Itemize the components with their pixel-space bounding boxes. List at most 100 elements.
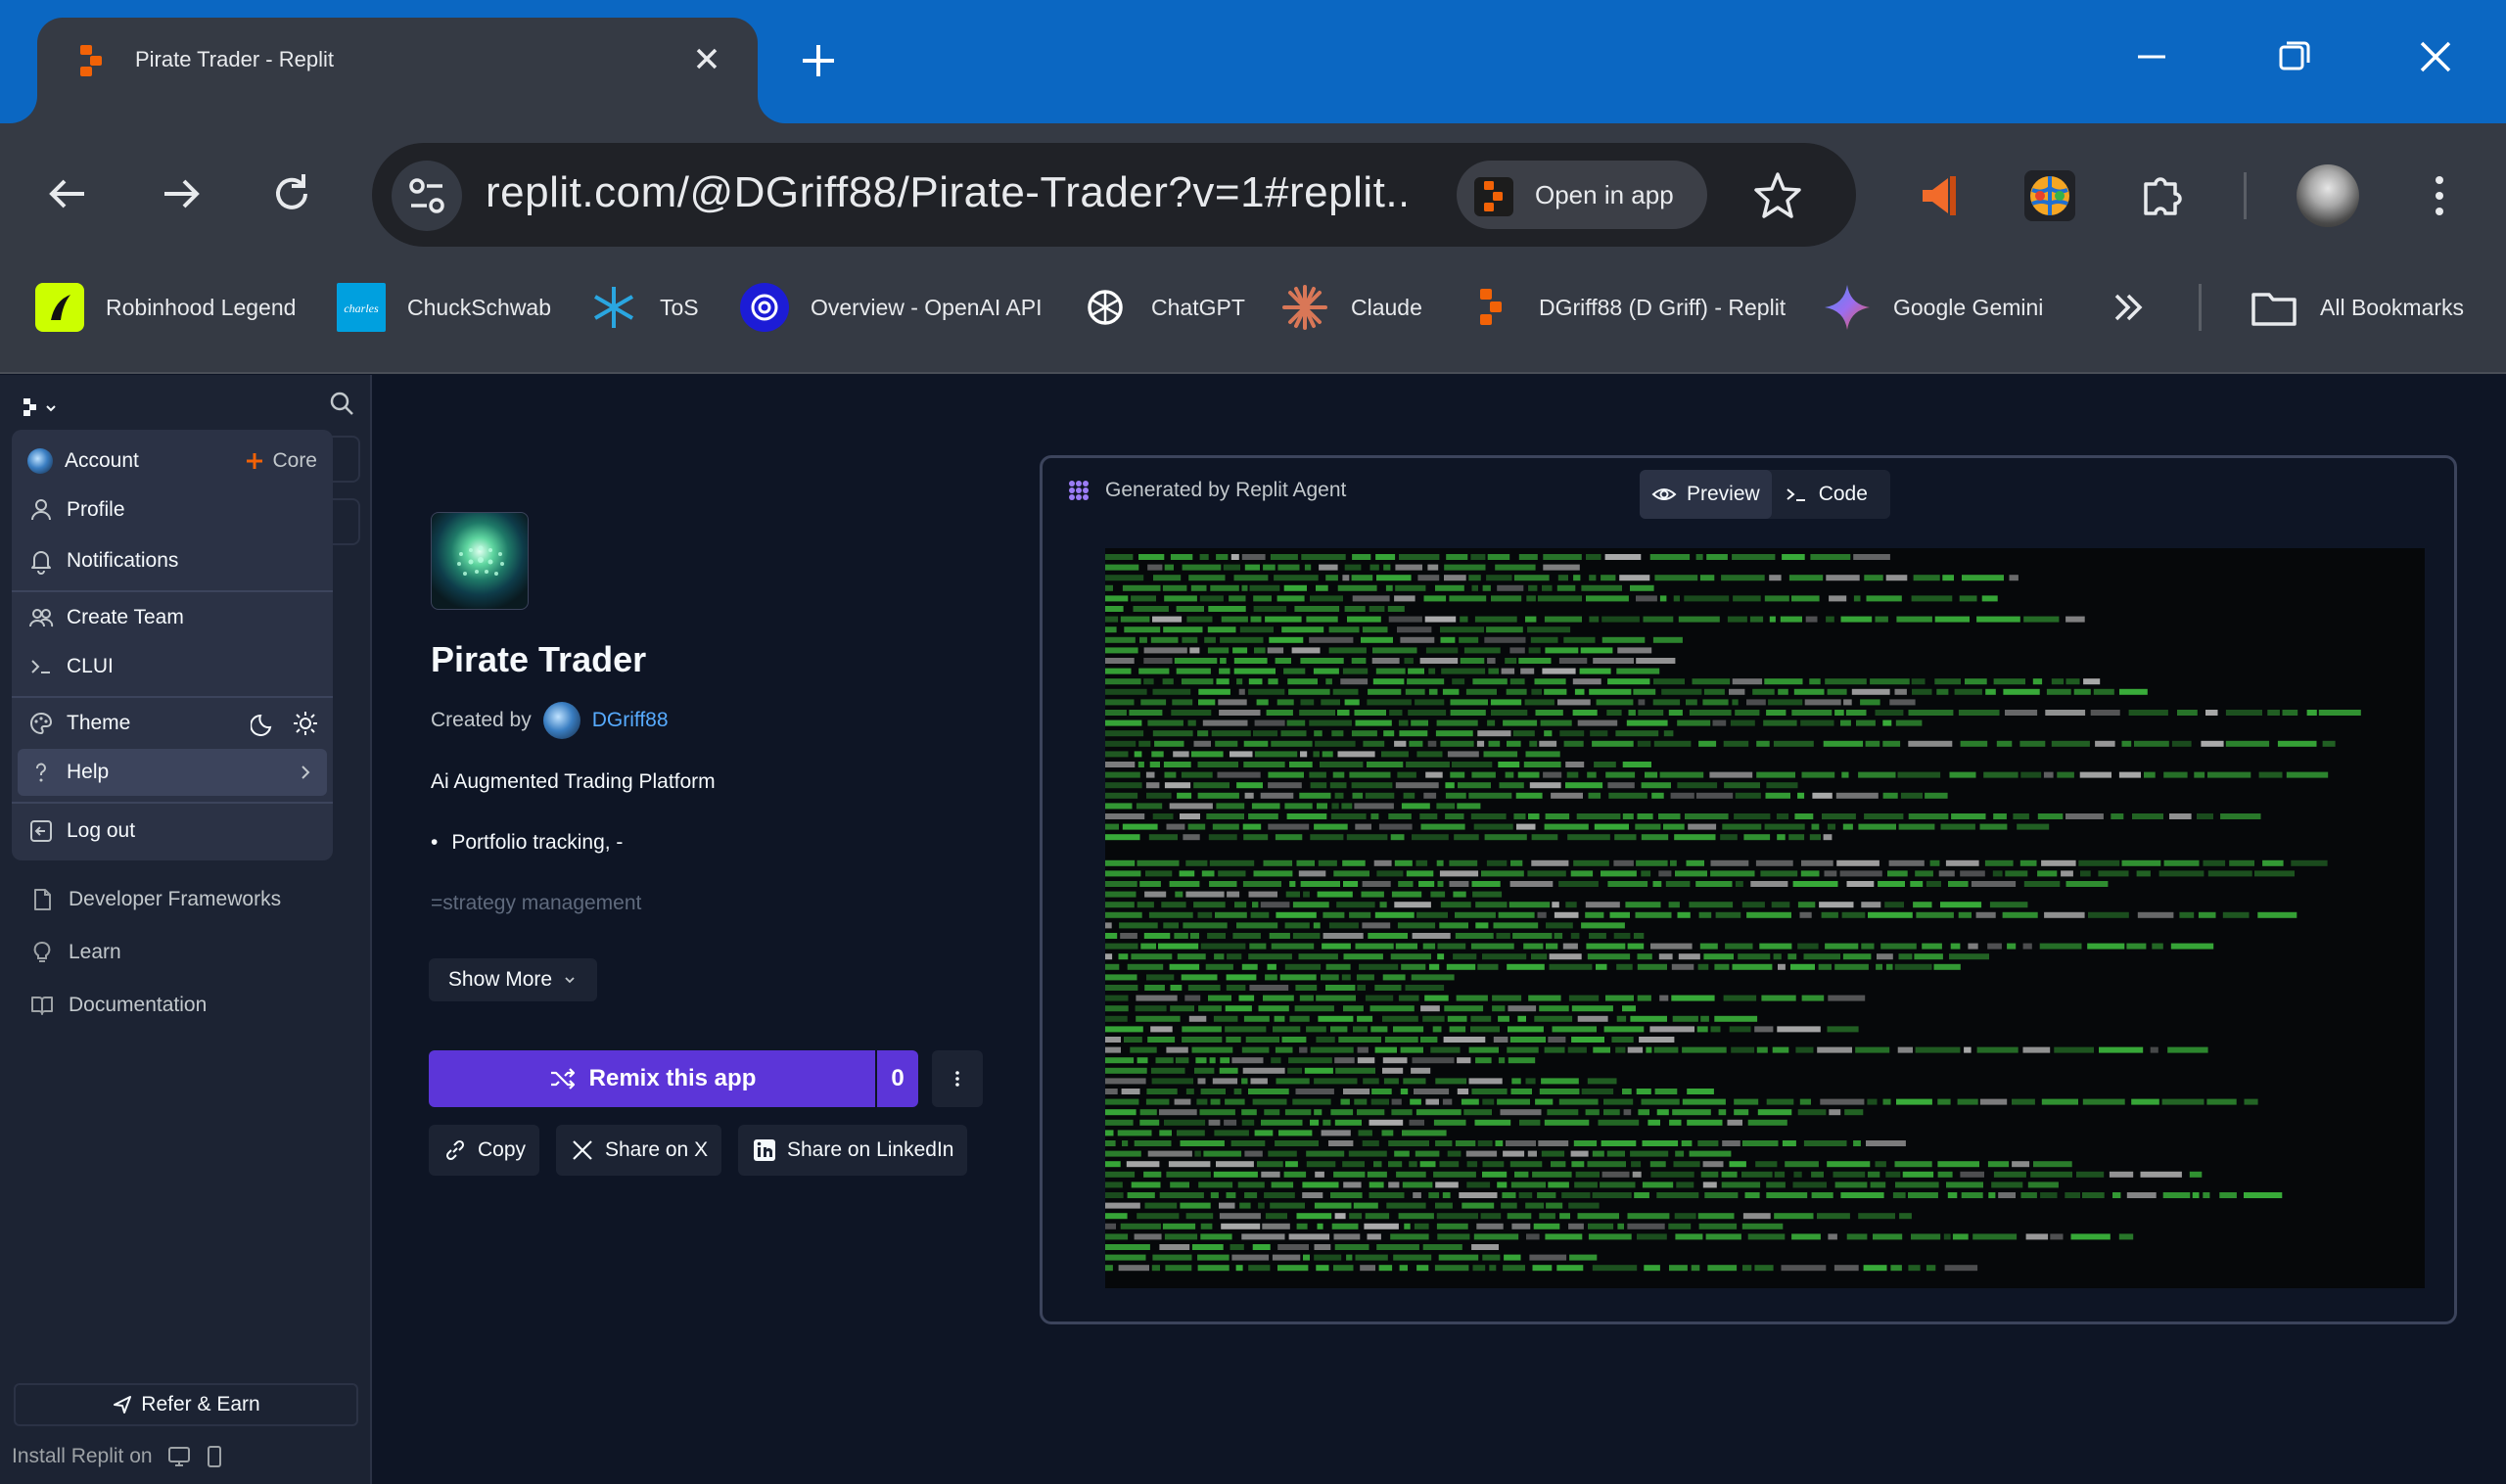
terminal-text-fragment <box>1427 564 1439 571</box>
terminal-text-fragment <box>1277 564 1300 571</box>
tab-close-icon[interactable] <box>687 39 726 78</box>
menu-item-account[interactable]: Account Core <box>12 438 333 485</box>
terminal-text-fragment <box>1336 902 1375 908</box>
replit-logo-dropdown-icon[interactable] <box>22 394 65 422</box>
terminal-text-fragment <box>1615 730 1659 737</box>
bookmark-replit[interactable]: DGriff88 (D Griff) - Replit <box>1468 280 1786 335</box>
share-on-linkedin-button[interactable]: Share on LinkedIn <box>738 1125 968 1176</box>
terminal-text-fragment <box>1105 1150 1141 1157</box>
terminal-text-fragment <box>1634 1192 1649 1198</box>
extensions-puzzle-icon[interactable] <box>2134 168 2189 223</box>
menu-item-profile[interactable]: Profile <box>12 487 333 533</box>
creator-avatar[interactable] <box>542 702 580 739</box>
remix-app-button[interactable]: Remix this app <box>429 1050 875 1107</box>
terminal-text-fragment <box>2040 1192 2058 1198</box>
desktop-icon[interactable] <box>166 1444 192 1469</box>
tab-code[interactable]: Code <box>1772 470 1880 519</box>
terminal-text-fragment <box>1351 658 1367 664</box>
bookmark-claude[interactable]: Claude <box>1280 280 1422 335</box>
terminal-text-fragment <box>1491 595 1522 602</box>
terminal-text-fragment <box>1936 688 1949 695</box>
site-info-button[interactable] <box>392 161 462 231</box>
terminal-text-fragment <box>1537 1192 1556 1198</box>
terminal-text-fragment <box>1628 710 1636 716</box>
terminal-text-fragment <box>1658 813 1681 819</box>
share-on-x-button[interactable]: Share on X <box>556 1125 722 1176</box>
refer-and-earn-button[interactable]: Refer & Earn <box>14 1383 358 1426</box>
url-text[interactable]: replit.com/@DGriff88/Pirate-Trader?v=1#r… <box>486 168 1406 217</box>
terminal-text-fragment <box>2030 1171 2072 1178</box>
terminal-text-fragment <box>2087 943 2125 950</box>
sidebar-item-learn[interactable]: Learn <box>29 933 121 972</box>
terminal-text-fragment <box>1219 1202 1235 1209</box>
terminal-text-fragment <box>1134 751 1142 758</box>
terminal-text-fragment <box>1818 963 1832 970</box>
terminal-text-fragment <box>1105 1244 1150 1250</box>
menu-item-notifications[interactable]: Notifications <box>12 537 333 584</box>
reload-icon[interactable] <box>264 166 319 221</box>
terminal-text-fragment <box>1351 575 1373 581</box>
bookmark-robinhood[interactable]: Robinhood Legend <box>35 280 296 335</box>
terminal-text-fragment <box>1200 1233 1232 1240</box>
menu-item-help[interactable]: Help <box>18 749 327 796</box>
all-bookmarks-button[interactable]: All Bookmarks <box>2250 280 2464 335</box>
address-bar[interactable]: replit.com/@DGriff88/Pirate-Trader?v=1#r… <box>372 143 1856 247</box>
close-window-icon[interactable] <box>2414 35 2457 78</box>
new-tab-plus-icon[interactable] <box>795 37 842 84</box>
forward-arrow-icon[interactable] <box>153 166 208 221</box>
terminal-text-fragment <box>1183 834 1200 841</box>
bookmark-tos[interactable]: ToS <box>589 280 699 335</box>
terminal-text-fragment <box>1318 1015 1354 1022</box>
copy-link-button[interactable]: Copy <box>429 1125 540 1176</box>
terminal-text-fragment <box>1275 1140 1319 1146</box>
back-arrow-icon[interactable] <box>41 166 96 221</box>
terminal-text-fragment <box>1235 1265 1243 1272</box>
terminal-text-fragment <box>1534 678 1566 685</box>
restore-window-icon[interactable] <box>2273 35 2316 78</box>
bookmark-star-icon[interactable] <box>1750 168 1805 223</box>
bookmark-chatgpt[interactable]: ChatGPT <box>1081 280 1245 335</box>
terminal-text-fragment <box>1885 1171 1901 1178</box>
search-icon[interactable] <box>327 389 356 418</box>
terminal-text-fragment <box>1985 688 1996 695</box>
terminal-text-fragment <box>1105 606 1124 612</box>
megaphone-extension-icon[interactable] <box>1911 168 1966 223</box>
terminal-text-fragment <box>1151 1265 1160 1272</box>
terminal-text-fragment <box>1509 1037 1546 1043</box>
sun-icon[interactable] <box>292 710 319 737</box>
terminal-text-fragment <box>1394 1150 1410 1157</box>
profile-avatar[interactable] <box>2297 164 2359 227</box>
terminal-text-fragment <box>1127 963 1164 970</box>
terminal-text-fragment <box>1465 688 1497 695</box>
menu-item-create-team[interactable]: Create Team <box>12 594 333 641</box>
menu-item-logout[interactable]: Log out <box>12 808 333 855</box>
terminal-text-fragment <box>1840 1192 1884 1198</box>
more-options-button[interactable] <box>932 1050 983 1107</box>
brain-extension-icon[interactable] <box>2022 168 2077 223</box>
open-in-app-button[interactable]: Open in app <box>1457 161 1707 229</box>
bookmark-gemini[interactable]: Google Gemini <box>1823 280 2043 335</box>
sidebar-item-documentation[interactable]: Documentation <box>29 986 207 1025</box>
menu-item-theme[interactable]: Theme <box>12 700 333 747</box>
terminal-text-fragment <box>1585 902 1620 908</box>
sidebar-item-developer-frameworks[interactable]: Developer Frameworks <box>29 880 281 919</box>
moon-icon[interactable] <box>251 710 278 737</box>
bookmark-openai[interactable]: Overview - OpenAI API <box>740 280 1042 335</box>
creator-link[interactable]: DGriff88 <box>592 709 669 732</box>
browser-tab[interactable]: Pirate Trader - Replit <box>10 18 785 123</box>
terminal-text-fragment <box>1303 891 1310 898</box>
terminal-text-fragment <box>1922 943 1942 950</box>
more-bookmarks-chevron-icon[interactable] <box>2109 288 2148 327</box>
bookmark-schwab[interactable]: charles ChuckSchwab <box>337 280 551 335</box>
terminal-text-fragment <box>1422 943 1436 950</box>
show-more-button[interactable]: Show More <box>429 958 597 1001</box>
tab-preview[interactable]: Preview <box>1640 470 1772 519</box>
terminal-text-fragment <box>1754 1026 1774 1033</box>
browser-menu-kebab-icon[interactable] <box>2412 168 2467 223</box>
terminal-text-fragment <box>1243 740 1269 747</box>
mobile-icon[interactable] <box>202 1444 227 1469</box>
menu-item-clui[interactable]: CLUI <box>12 643 333 690</box>
terminal-text-fragment <box>1858 771 1896 778</box>
terminal-text-fragment <box>1777 1026 1821 1033</box>
minimize-window-icon[interactable] <box>2130 35 2173 78</box>
